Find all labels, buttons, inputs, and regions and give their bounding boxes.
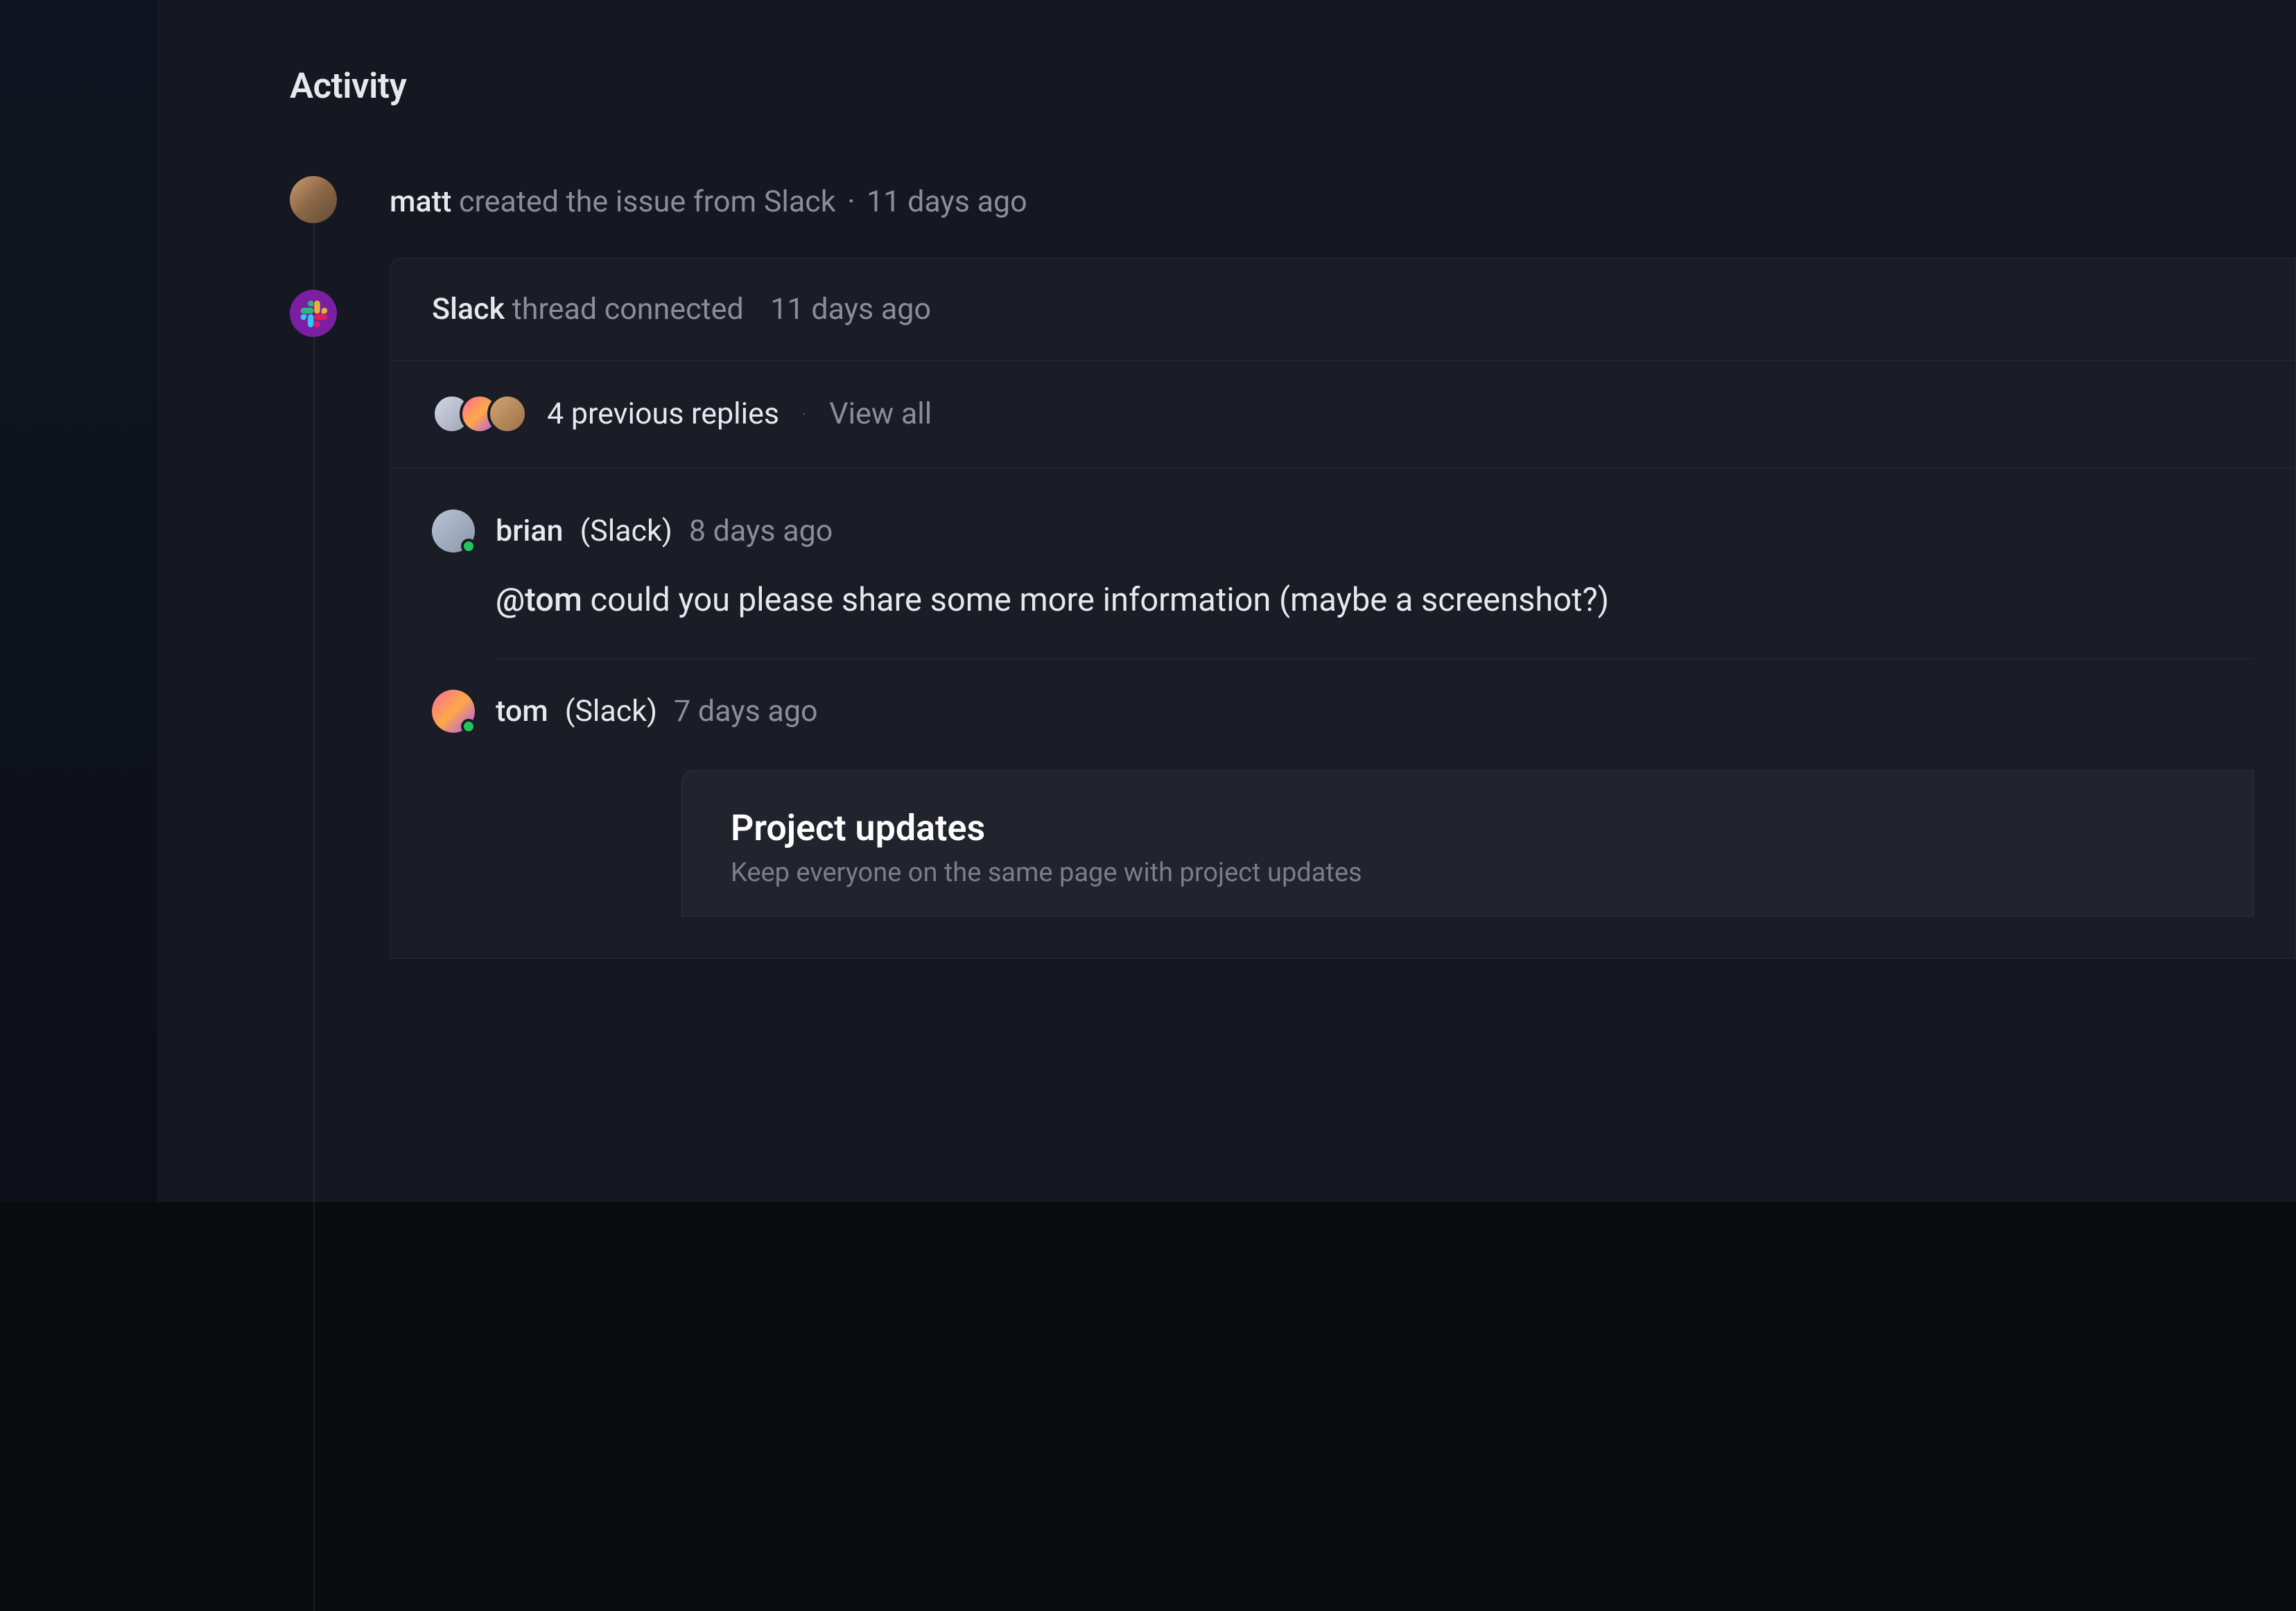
presence-online-icon <box>461 719 476 734</box>
mention-tom[interactable]: @tom <box>496 581 582 619</box>
embed-title: Project updates <box>731 807 2204 849</box>
avatar-wrap[interactable] <box>432 690 475 733</box>
thread-anchor: Slack thread connected 11 days ago <box>290 258 2296 959</box>
activity-actor[interactable]: matt <box>390 184 451 219</box>
avatar-stack <box>432 394 528 434</box>
embed-subtitle: Keep everyone on the same page with proj… <box>731 857 2204 888</box>
embed-card[interactable]: Project updates Keep everyone on the sam… <box>681 770 2254 916</box>
thread-source: Slack <box>432 292 505 326</box>
message-body: @tom could you please share some more in… <box>496 576 2254 625</box>
thread-message: brian (Slack) 8 days ago @tom could you … <box>390 467 2295 958</box>
message-source: (Slack) <box>580 514 672 548</box>
thread-time: 11 days ago <box>770 292 931 326</box>
message-author[interactable]: tom <box>496 694 548 729</box>
activity-time: 11 days ago <box>867 184 1027 219</box>
presence-online-icon <box>461 539 476 554</box>
slack-thread-card: Slack thread connected 11 days ago <box>390 258 2296 959</box>
thread-status: thread connected <box>512 292 744 326</box>
timeline-item-created: matt created the issue from Slack · 11 d… <box>290 176 2296 223</box>
message-time: 8 days ago <box>689 514 833 548</box>
activity-created-line: matt created the issue from Slack · 11 d… <box>390 184 2296 219</box>
avatar-wrap[interactable] <box>432 510 475 552</box>
avatar-matt[interactable] <box>290 176 337 223</box>
activity-timeline: matt created the issue from Slack · 11 d… <box>290 176 2296 959</box>
slack-glyph-icon <box>299 299 327 327</box>
thread-header[interactable]: Slack thread connected 11 days ago <box>390 259 2295 360</box>
separator-dot: · <box>847 184 855 219</box>
stack-avatar[interactable] <box>487 394 528 434</box>
message-author[interactable]: brian <box>496 514 563 548</box>
activity-section-title: Activity <box>290 66 2296 107</box>
activity-action: created the issue from Slack <box>459 184 836 219</box>
main-content: Activity matt created the issue from Sla… <box>158 0 2296 1202</box>
thread-title-line: Slack thread connected 11 days ago <box>432 292 2254 326</box>
message-header: brian (Slack) 8 days ago <box>432 510 2254 552</box>
slack-icon <box>290 290 337 337</box>
app-container: Activity matt created the issue from Sla… <box>0 0 2296 1202</box>
previous-replies-row[interactable]: 4 previous replies · View all <box>390 360 2295 467</box>
left-gutter <box>0 0 158 1202</box>
message-time: 7 days ago <box>674 694 817 729</box>
view-all-link[interactable]: View all <box>829 397 932 431</box>
previous-replies-count: 4 previous replies <box>547 397 779 431</box>
message-text: could you please share some more informa… <box>582 581 1609 619</box>
message-header: tom (Slack) 7 days ago <box>432 690 2254 733</box>
separator-dot: · <box>803 408 806 421</box>
message-source: (Slack) <box>565 694 657 729</box>
